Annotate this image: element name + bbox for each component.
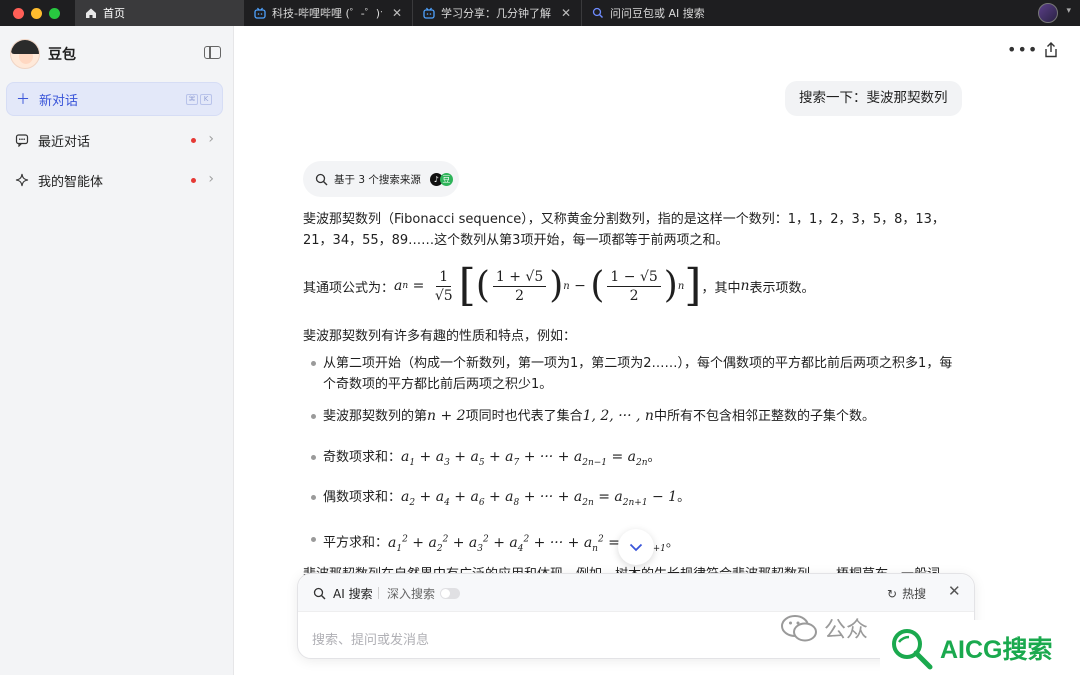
bullet-dot <box>311 537 316 542</box>
tab-bilibili-tech[interactable]: 科技-哔哩哔哩 (゜-゜)つ ✕ <box>244 0 413 26</box>
chevron-right-icon: › <box>208 171 214 187</box>
search-sources-button[interactable]: 基于 3 个搜索来源 ♪ 豆 <box>303 161 459 197</box>
list-item: 奇数项求和：a1 + a3 + a5 + a7 + ··· + a2n−1 = … <box>323 449 661 468</box>
bullet-dot <box>311 414 316 419</box>
close-window-button[interactable] <box>13 7 24 19</box>
list-item: 从第二项开始（构成一个新数列，第一项为1，第二项为2……），每个偶数项的平方都比… <box>323 356 953 392</box>
sidebar-item-label: 最近对话 <box>38 134 91 150</box>
close-icon[interactable]: ✕ <box>948 582 961 600</box>
bilibili-icon <box>423 7 435 19</box>
search-sparkle-icon <box>315 173 328 185</box>
sparkle-icon <box>15 173 29 187</box>
divider <box>378 587 379 599</box>
source-badges: ♪ 豆 <box>429 172 453 186</box>
deep-search-toggle[interactable]: 深入搜索 <box>387 585 461 602</box>
ai-search-icon <box>592 7 603 18</box>
bilibili-icon <box>254 7 266 19</box>
notification-dot <box>191 178 196 183</box>
chevron-down-icon <box>629 543 643 551</box>
scroll-down-button[interactable] <box>618 529 654 565</box>
tab-home[interactable]: 首页 <box>75 0 244 26</box>
even-sum-formula: a2 + a4 + a6 + a8 + ··· + a2n = a2n+1 − … <box>401 489 678 508</box>
shortcut-hint: ⌘ K <box>186 94 212 105</box>
share-icon[interactable] <box>1044 42 1058 58</box>
magnifier-logo-icon <box>892 628 933 669</box>
chevron-right-icon: › <box>208 131 214 147</box>
minimize-window-button[interactable] <box>31 7 42 19</box>
doubao-source-icon: 豆 <box>439 172 453 186</box>
ai-search-toggle[interactable]: AI 搜索 <box>313 585 373 602</box>
source-pill-label: 基于 3 个搜索来源 <box>334 173 421 186</box>
more-options-icon[interactable]: ••• <box>1007 40 1038 59</box>
new-chat-label: 新对话 <box>39 93 79 109</box>
deep-search-switch[interactable] <box>440 588 461 599</box>
bullet-dot <box>311 455 316 460</box>
tab-ask-doubao[interactable]: 问问豆包或 AI 搜索 <box>582 0 751 26</box>
window-controls <box>0 0 75 26</box>
answer-paragraph: 斐波那契数列（Fibonacci sequence），又称黄金分割数列，指的是这… <box>303 212 945 248</box>
wechat-logo-icon <box>781 615 817 642</box>
odd-sum-formula: a1 + a3 + a5 + a7 + ··· + a2n−1 = a2n <box>401 449 648 468</box>
chat-bubble-icon <box>15 134 29 147</box>
formula-row: 其通项公式为： an = 1 √5 [ ( 1 + √5 2 ) n − ( 1 − … <box>303 260 815 311</box>
input-toolbar: AI 搜索 深入搜索 ↻ 热搜 ✕ <box>298 574 974 612</box>
wechat-watermark: 公众 <box>780 612 868 644</box>
sidebar-item-label: 我的智能体 <box>38 174 104 190</box>
sidebar: 豆包 ＋ 新对话 ⌘ K 最近对话 › 我的智能体 › <box>0 26 234 675</box>
tab-close-icon[interactable]: ✕ <box>561 6 571 20</box>
home-icon <box>86 8 96 18</box>
sidebar-item-recent-chats[interactable]: 最近对话 › <box>6 123 223 157</box>
notification-dot <box>191 138 196 143</box>
ai-search-icon <box>313 587 326 600</box>
sidebar-toggle-icon[interactable] <box>204 46 221 59</box>
message-input[interactable]: 搜索、提问或发消息 <box>312 629 429 648</box>
aicg-watermark: AICG搜索 <box>880 620 1080 675</box>
formula-equation: an = 1 √5 [ ( 1 + √5 2 ) n − ( 1 − √5 2 ) n ] <box>394 260 702 311</box>
tab-close-icon[interactable]: ✕ <box>392 6 402 20</box>
hot-search-button[interactable]: ↻ 热搜 <box>887 585 926 602</box>
list-item: 斐波那契数列的第n + 2项同时也代表了集合1, 2, ··· , n中所有不包… <box>323 408 875 424</box>
bullet-dot <box>311 495 316 500</box>
list-item: 偶数项求和：a2 + a4 + a6 + a8 + ··· + a2n = a2… <box>323 489 691 508</box>
bullet-dot <box>311 361 316 366</box>
chevron-down-icon[interactable]: ▾ <box>1066 6 1071 16</box>
formula-suffix: ，其中 <box>701 280 741 296</box>
tab-bilibili-study[interactable]: 学习分享：几分钟了解 ✕ <box>413 0 582 26</box>
new-chat-button[interactable]: ＋ 新对话 ⌘ K <box>6 82 223 116</box>
answer-paragraph: 斐波那契数列有许多有趣的性质和特点，例如： <box>303 329 577 344</box>
formula-prefix: 其通项公式为： <box>303 280 395 296</box>
browser-tab-bar: 首页 科技-哔哩哔哩 (゜-゜)つ ✕ 学习分享：几分钟了解 ✕ 问问豆包或 A… <box>0 0 1080 26</box>
brand[interactable]: 豆包 <box>10 39 76 69</box>
plus-icon: ＋ <box>16 92 30 108</box>
user-message: 搜索一下：斐波那契数列 <box>785 81 962 116</box>
sidebar-item-my-agents[interactable]: 我的智能体 › <box>6 163 223 197</box>
profile-avatar[interactable] <box>1038 3 1058 23</box>
refresh-icon: ↻ <box>887 586 898 601</box>
brand-name: 豆包 <box>48 47 76 63</box>
maximize-window-button[interactable] <box>49 7 60 19</box>
doubao-avatar <box>10 39 40 69</box>
chat-input-panel: AI 搜索 深入搜索 ↻ 热搜 ✕ 搜索、提问或发消息 <box>297 573 975 659</box>
